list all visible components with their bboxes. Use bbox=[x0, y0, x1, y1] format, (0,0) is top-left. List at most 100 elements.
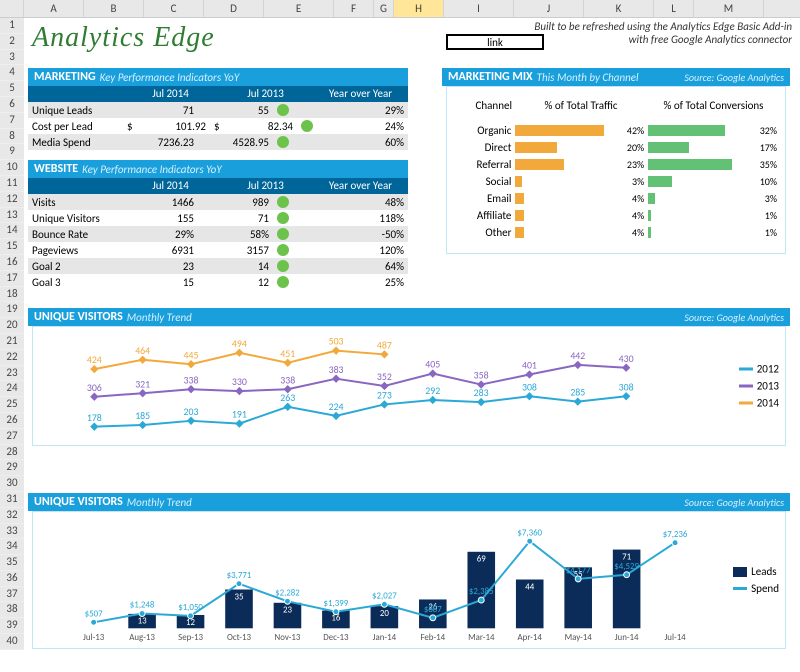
svg-text:35: 35 bbox=[235, 592, 244, 602]
kpi-row: Media Spend7236.234528.9560% bbox=[28, 134, 408, 150]
website-sub: Key Performance Indicators YoY bbox=[82, 163, 222, 176]
kpi-row: Unique Visitors15571118% bbox=[28, 210, 408, 226]
svg-text:405: 405 bbox=[425, 359, 440, 371]
svg-text:$1,399: $1,399 bbox=[324, 599, 349, 609]
mix-sub: This Month by Channel bbox=[537, 71, 639, 84]
website-title: WEBSITE bbox=[34, 162, 78, 176]
svg-text:44: 44 bbox=[525, 582, 534, 592]
svg-text:285: 285 bbox=[570, 387, 585, 399]
mix-row: Social3%10% bbox=[451, 173, 781, 190]
svg-text:430: 430 bbox=[619, 353, 634, 365]
marketing-sub: Key Performance Indicators YoY bbox=[100, 71, 240, 84]
chart2-sub: Monthly Trend bbox=[127, 496, 192, 509]
svg-text:494: 494 bbox=[232, 338, 247, 350]
svg-text:$4,177: $4,177 bbox=[566, 566, 591, 576]
svg-text:$887: $887 bbox=[424, 605, 442, 615]
svg-text:Jul-13: Jul-13 bbox=[83, 633, 105, 643]
mix-row: Organic42%32% bbox=[451, 122, 781, 139]
mix-row: Direct20%17% bbox=[451, 139, 781, 156]
svg-text:451: 451 bbox=[280, 348, 295, 360]
row-headers: 1234567891011121314151617181920212223242… bbox=[0, 18, 24, 650]
svg-text:185: 185 bbox=[135, 410, 150, 422]
marketing-colhead: Jul 2014 Jul 2013 Year over Year bbox=[28, 86, 408, 102]
svg-text:Sep-13: Sep-13 bbox=[178, 633, 203, 643]
svg-text:424: 424 bbox=[87, 354, 102, 366]
marketing-title: MARKETING bbox=[34, 70, 96, 84]
svg-text:$2,027: $2,027 bbox=[372, 591, 397, 601]
svg-text:330: 330 bbox=[232, 376, 247, 388]
mix-col-conv: % of Total Conversions bbox=[646, 99, 781, 112]
mix-row: Email4%3% bbox=[451, 190, 781, 207]
svg-text:12: 12 bbox=[186, 618, 195, 628]
mix-col-channel: Channel bbox=[451, 99, 516, 112]
svg-text:Oct-13: Oct-13 bbox=[227, 633, 252, 643]
kpi-row: Cost per Lead$101.92$82.3424% bbox=[28, 118, 408, 134]
column-headers: ABCDEFGHIJKLM bbox=[0, 0, 800, 18]
svg-text:203: 203 bbox=[184, 406, 199, 418]
mix-header: MARKETING MIX This Month by Channel Sour… bbox=[442, 68, 790, 86]
svg-text:Aug-13: Aug-13 bbox=[129, 633, 155, 643]
mix-panel: Channel % of Total Traffic % of Total Co… bbox=[446, 86, 786, 254]
svg-text:273: 273 bbox=[377, 390, 392, 402]
mix-src: Source: Google Analytics bbox=[684, 71, 784, 84]
chart2-legend: Leads Spend bbox=[733, 561, 779, 599]
chart2-title: UNIQUE VISITORS bbox=[34, 495, 123, 509]
svg-text:Nov-13: Nov-13 bbox=[275, 633, 301, 643]
svg-text:224: 224 bbox=[329, 401, 344, 413]
svg-text:Jul-14: Jul-14 bbox=[664, 633, 686, 643]
kpi-row: Goal 3151225% bbox=[28, 274, 408, 290]
svg-text:$1,050: $1,050 bbox=[178, 603, 203, 613]
header-note: Built to be refreshed using the Analytic… bbox=[534, 20, 792, 46]
svg-text:283: 283 bbox=[474, 387, 489, 399]
kpi-row: Visits146698948% bbox=[28, 194, 408, 210]
chart1-header: UNIQUE VISITORS Monthly Trend Source: Go… bbox=[28, 308, 790, 326]
chart1-sub: Monthly Trend bbox=[127, 311, 192, 324]
chart1-area: 1781852031912632242732922833082853083063… bbox=[32, 326, 786, 446]
svg-text:$3,771: $3,771 bbox=[227, 571, 252, 581]
svg-text:464: 464 bbox=[135, 345, 150, 357]
note-line-2: with free Google Analytics connector bbox=[534, 33, 792, 46]
website-colhead: Jul 2014 Jul 2013 Year over Year bbox=[28, 178, 408, 194]
svg-text:308: 308 bbox=[522, 381, 537, 393]
note-line-1: Built to be refreshed using the Analytic… bbox=[534, 20, 792, 33]
svg-text:487: 487 bbox=[377, 339, 392, 351]
svg-text:13: 13 bbox=[138, 617, 147, 627]
svg-text:321: 321 bbox=[135, 378, 150, 390]
kpi-row: Unique Leads715529% bbox=[28, 102, 408, 118]
svg-text:$2,282: $2,282 bbox=[275, 588, 300, 598]
chart1-legend: 2012 2013 2014 bbox=[739, 359, 779, 414]
svg-text:Jun-14: Jun-14 bbox=[615, 633, 639, 643]
worksheet-area[interactable]: Analytics Edge Built to be refreshed usi… bbox=[24, 18, 800, 58]
mix-col-traffic: % of Total Traffic bbox=[516, 99, 646, 112]
svg-text:401: 401 bbox=[522, 360, 537, 372]
svg-text:338: 338 bbox=[184, 374, 199, 386]
svg-text:Jan-14: Jan-14 bbox=[373, 633, 397, 643]
chart2-header: UNIQUE VISITORS Monthly Trend Source: Go… bbox=[28, 493, 790, 511]
svg-text:352: 352 bbox=[377, 371, 392, 383]
svg-text:$507: $507 bbox=[85, 609, 103, 619]
svg-text:Apr-14: Apr-14 bbox=[518, 633, 543, 643]
svg-text:May-14: May-14 bbox=[565, 633, 593, 643]
svg-text:$7,236: $7,236 bbox=[663, 530, 688, 540]
svg-text:306: 306 bbox=[87, 382, 102, 394]
mix-row: Other4%1% bbox=[451, 224, 781, 241]
svg-text:$4,529: $4,529 bbox=[614, 562, 639, 572]
chart2-area: Jul-1313Aug-1312Sep-1335Oct-1323Nov-1316… bbox=[32, 511, 786, 649]
mix-row: Affiliate4%1% bbox=[451, 207, 781, 224]
website-kpi-header: WEBSITE Key Performance Indicators YoY bbox=[28, 160, 408, 178]
svg-text:338: 338 bbox=[280, 374, 295, 386]
svg-text:358: 358 bbox=[474, 370, 489, 382]
chart1-title: UNIQUE VISITORS bbox=[34, 310, 123, 324]
svg-text:$2,385: $2,385 bbox=[469, 587, 494, 597]
link-cell[interactable]: link bbox=[446, 34, 544, 50]
svg-text:Feb-14: Feb-14 bbox=[420, 633, 445, 643]
kpi-row: Goal 2231464% bbox=[28, 258, 408, 274]
svg-text:20: 20 bbox=[380, 609, 389, 619]
svg-text:Mar-14: Mar-14 bbox=[468, 633, 495, 643]
marketing-kpi-rows: Unique Leads715529%Cost per Lead$101.92$… bbox=[28, 102, 408, 150]
svg-text:$7,360: $7,360 bbox=[517, 528, 542, 538]
svg-text:Dec-13: Dec-13 bbox=[323, 633, 349, 643]
svg-text:383: 383 bbox=[329, 364, 344, 376]
mix-row: Referral23%35% bbox=[451, 156, 781, 173]
svg-text:503: 503 bbox=[329, 336, 344, 348]
